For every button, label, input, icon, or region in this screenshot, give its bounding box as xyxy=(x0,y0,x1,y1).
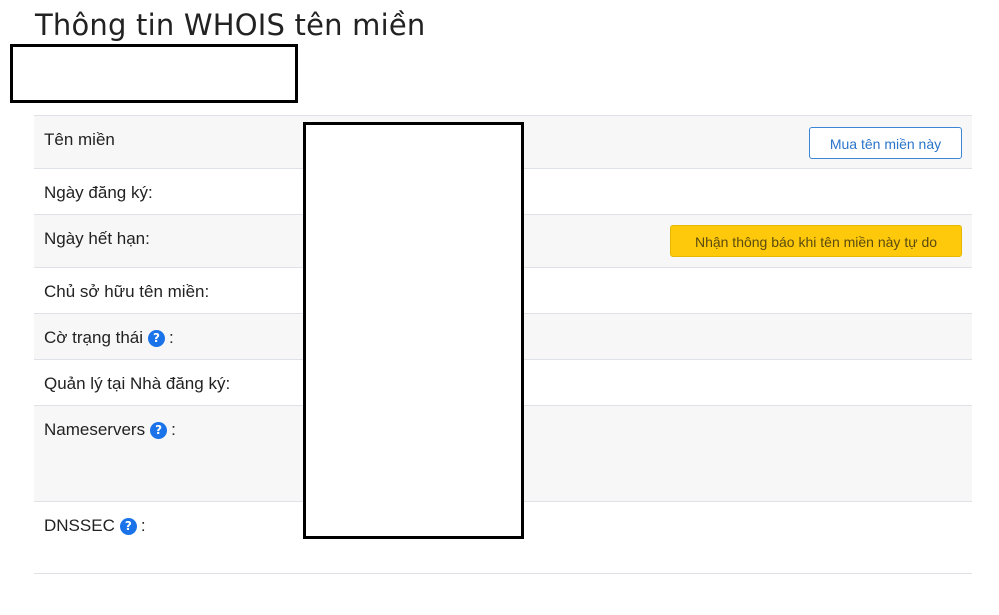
label-registrar: Quản lý tại Nhà đăng ký: xyxy=(44,374,231,393)
label-dnssec-colon: : xyxy=(140,516,146,535)
page-title: Thông tin WHOIS tên miền xyxy=(35,8,426,42)
whois-page: Thông tin WHOIS tên miền Tên miền Mua tê… xyxy=(0,0,999,615)
label-expiry-date: Ngày hết hạn: xyxy=(44,229,150,248)
label-nameservers-colon: : xyxy=(171,420,176,439)
question-circle-icon[interactable]: ? xyxy=(148,329,166,347)
label-registered-date: Ngày đăng ký: xyxy=(44,183,153,202)
notify-when-free-button[interactable]: Nhận thông báo khi tên miền này tự do xyxy=(670,225,962,257)
question-circle-icon[interactable]: ? xyxy=(119,517,137,535)
label-nameservers: Nameservers xyxy=(44,420,146,439)
label-nameservers-group: Nameservers ? : xyxy=(44,420,176,440)
label-status-flags-group: Cờ trạng thái ? : xyxy=(44,328,174,348)
buy-domain-button[interactable]: Mua tên miền này xyxy=(809,127,962,159)
redacted-values-block xyxy=(303,122,524,539)
label-status-flags-colon: : xyxy=(169,328,174,347)
label-dnssec-group: DNSSEC ? : xyxy=(44,516,146,536)
label-owner: Chủ sở hữu tên miền: xyxy=(44,282,210,301)
question-circle-icon[interactable]: ? xyxy=(150,421,168,439)
label-domain: Tên miền xyxy=(44,130,115,149)
label-status-flags: Cờ trạng thái xyxy=(44,328,144,347)
label-dnssec: DNSSEC xyxy=(44,516,115,535)
redacted-domain-block xyxy=(10,44,298,103)
